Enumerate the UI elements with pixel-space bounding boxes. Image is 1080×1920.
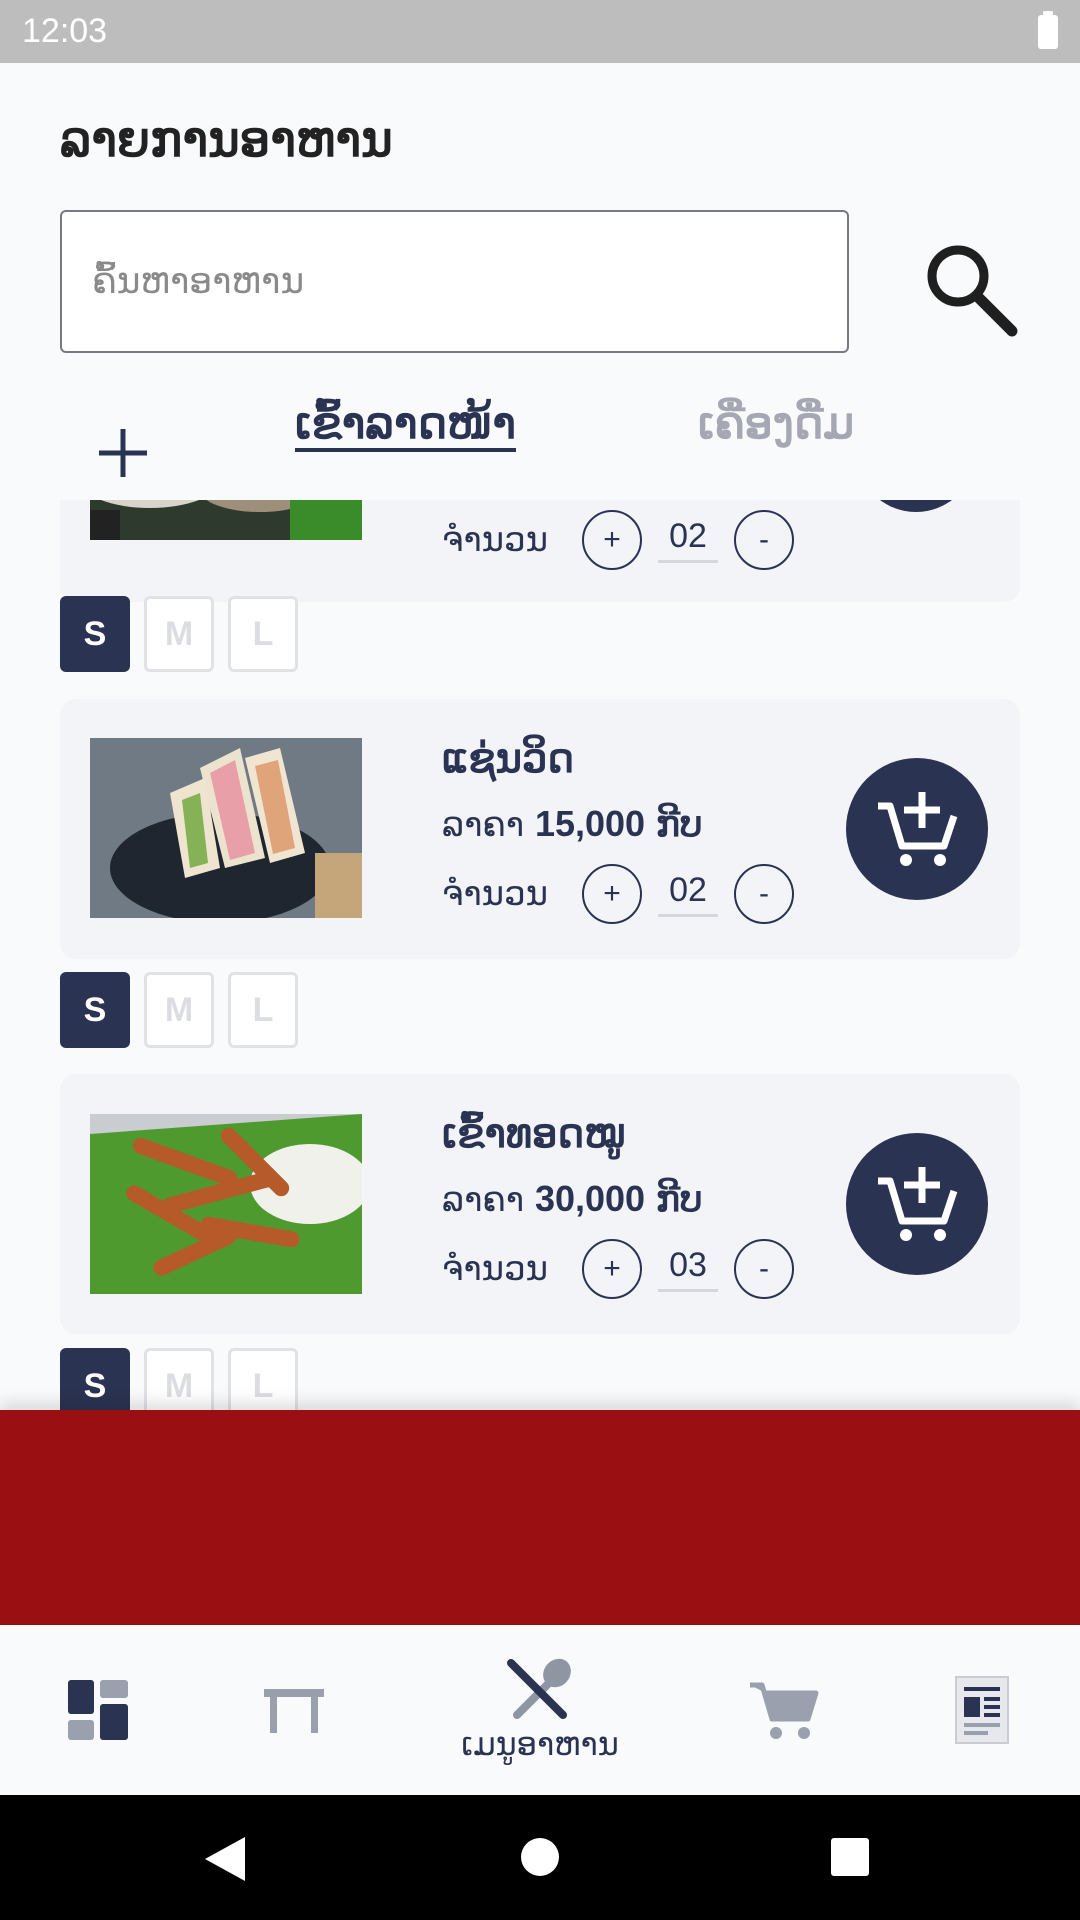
utensils-icon — [507, 1658, 571, 1719]
quantity-row: ຈຳນວນ + 02 - — [442, 864, 794, 924]
size-s[interactable]: S — [60, 972, 130, 1048]
quantity-label: ຈຳນວນ — [442, 874, 548, 914]
food-list[interactable]: ຈຳນວນ + 02 - S M L ແຊ່ນວິດ ລາຄາ 15,000 ກ… — [0, 500, 1080, 1410]
quantity-value: 02 — [658, 517, 718, 563]
quantity-row: ຈຳນວນ + 02 - — [442, 510, 794, 570]
nav-menu[interactable]: ເມນູອາຫານ — [440, 1625, 640, 1795]
food-image — [90, 500, 362, 540]
price-value: 30,000 — [534, 1178, 646, 1219]
add-button[interactable] — [95, 425, 151, 481]
increase-button[interactable]: + — [582, 510, 642, 570]
search-input[interactable] — [92, 261, 817, 302]
decrease-button[interactable]: - — [734, 510, 794, 570]
decrease-button[interactable]: - — [734, 1239, 794, 1299]
table-icon — [264, 1689, 324, 1733]
food-price: ລາຄາ 30,000 ກີບ — [442, 1178, 703, 1220]
price-prefix: ລາຄາ — [442, 805, 525, 845]
search-icon — [927, 245, 1018, 337]
battery-icon — [1038, 10, 1058, 49]
price-currency: ກີບ — [655, 1178, 703, 1219]
banner — [0, 1410, 1080, 1625]
price-prefix: ລາຄາ — [442, 1180, 525, 1220]
add-cart-icon — [878, 792, 958, 866]
size-m[interactable]: M — [144, 596, 214, 672]
food-card: ເຂົ້າທອດໝູ ລາຄາ 30,000 ກີບ ຈຳນວນ + 03 - — [60, 1074, 1020, 1334]
plus-icon — [99, 429, 147, 477]
bottom-nav: ເມນູອາຫານ — [0, 1625, 1080, 1795]
food-card: ແຊ່ນວິດ ລາຄາ 15,000 ກີບ ຈຳນວນ + 02 - — [60, 699, 1020, 959]
increase-button[interactable]: + — [582, 1239, 642, 1299]
recents-icon[interactable] — [830, 1837, 870, 1877]
size-s[interactable]: S — [60, 596, 130, 672]
price-currency: ກີບ — [655, 803, 703, 844]
size-s[interactable]: S — [60, 1348, 130, 1410]
add-to-cart-button[interactable] — [846, 758, 988, 900]
status-time: 12:03 — [22, 12, 108, 50]
food-name: ແຊ່ນວິດ — [442, 735, 575, 782]
quantity-row: ຈຳນວນ + 03 - — [442, 1239, 794, 1299]
quantity-value: 03 — [658, 1246, 718, 1292]
size-l[interactable]: L — [228, 1348, 298, 1410]
size-l[interactable]: L — [228, 596, 298, 672]
size-m[interactable]: M — [144, 1348, 214, 1410]
size-selector: S M L — [60, 972, 298, 1048]
food-price: ລາຄາ 15,000 ກີບ — [442, 803, 703, 845]
food-image — [90, 738, 362, 918]
add-cart-icon — [878, 1167, 958, 1241]
nav-menu-label: ເມນູອາຫານ — [461, 1725, 619, 1763]
price-value: 15,000 — [534, 803, 646, 844]
size-m[interactable]: M — [144, 972, 214, 1048]
quantity-label: ຈຳນວນ — [442, 520, 548, 560]
food-card: ຈຳນວນ + 02 - — [60, 500, 1020, 602]
size-l[interactable]: L — [228, 972, 298, 1048]
increase-button[interactable]: + — [582, 864, 642, 924]
tab-main-dishes[interactable]: ເຂົ້າລາດໜ້າ — [295, 398, 516, 449]
search-button[interactable] — [920, 240, 1020, 340]
decrease-button[interactable]: - — [734, 864, 794, 924]
search-box[interactable] — [60, 210, 849, 353]
quantity-label: ຈຳນວນ — [442, 1249, 548, 1289]
dashboard-icon — [68, 1680, 128, 1740]
status-bar: 12:03 — [0, 0, 1080, 63]
add-to-cart-button[interactable] — [856, 500, 976, 512]
size-selector: S M L — [60, 1348, 298, 1410]
page-title: ລາຍການອາຫານ — [60, 112, 393, 168]
nav-receipts[interactable] — [954, 1625, 1010, 1795]
home-icon[interactable] — [520, 1837, 560, 1877]
nav-cart[interactable] — [748, 1625, 820, 1795]
add-to-cart-button[interactable] — [846, 1133, 988, 1275]
quantity-value: 02 — [658, 871, 718, 917]
food-name: ເຂົ້າທອດໝູ — [442, 1110, 626, 1157]
receipt-icon — [955, 1676, 1009, 1744]
tab-drinks[interactable]: ເຄື່ອງດື່ມ — [698, 398, 854, 449]
system-nav-bar — [0, 1795, 1080, 1920]
size-selector: S M L — [60, 596, 298, 672]
back-icon[interactable] — [203, 1835, 247, 1883]
nav-dashboard[interactable] — [66, 1625, 130, 1795]
nav-tables[interactable] — [262, 1625, 326, 1795]
cart-icon — [750, 1682, 819, 1739]
food-image — [90, 1114, 362, 1294]
